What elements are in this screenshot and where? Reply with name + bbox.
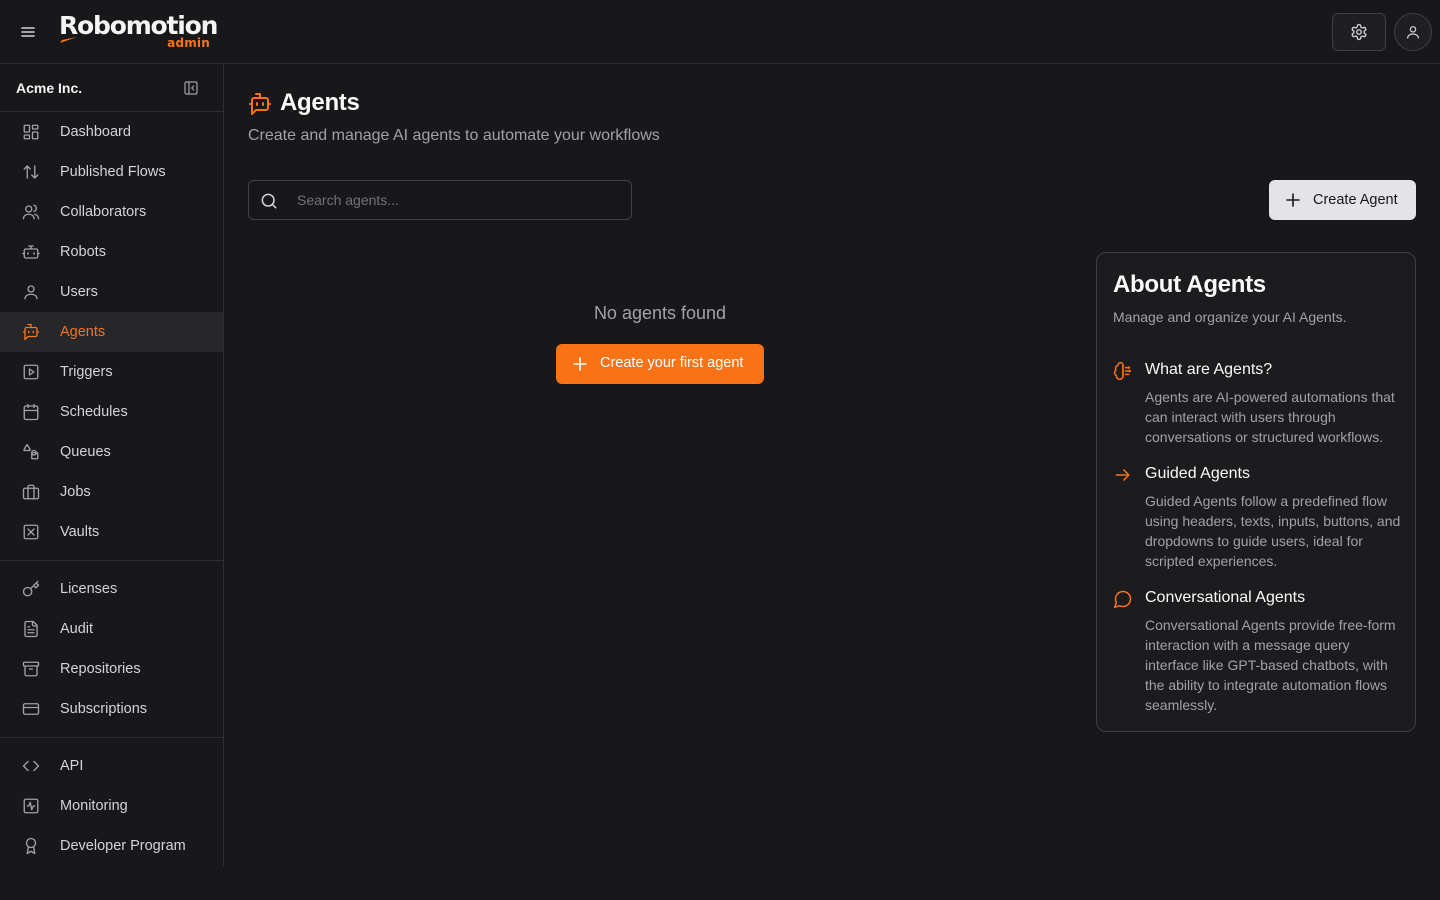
award-icon — [22, 837, 40, 855]
create-first-agent-button[interactable]: Create your first agent — [556, 344, 764, 384]
sidebar-item-label: Robots — [60, 244, 106, 260]
gear-icon — [1351, 23, 1367, 41]
about-title: About Agents — [1113, 271, 1266, 298]
file-text-icon — [22, 620, 40, 638]
message-circle-icon — [1113, 589, 1133, 609]
arrow-right-icon — [1113, 465, 1133, 485]
sidebar-item-label: Triggers — [60, 364, 113, 380]
search-icon — [259, 191, 279, 211]
sidebar-item-label: Audit — [60, 621, 94, 637]
sidebar-item-schedules[interactable]: Schedules — [0, 392, 223, 432]
play-square-icon — [22, 363, 40, 381]
sidebar-item-repositories[interactable]: Repositories — [0, 649, 223, 689]
robomotion-logo[interactable]: Robomotion admin — [59, 12, 218, 52]
bot-message-icon — [22, 323, 40, 341]
sidebar-item-subscriptions[interactable]: Subscriptions — [0, 689, 223, 729]
about-subtitle: Manage and organize your AI Agents. — [1113, 309, 1347, 325]
brain-icon — [1113, 361, 1133, 381]
feature-description: Conversational Agents provide free-form … — [1145, 617, 1396, 713]
feature-title: Guided Agents — [1145, 465, 1250, 482]
sidebar-item-label: Repositories — [60, 661, 141, 677]
vault-icon — [22, 523, 40, 541]
feature-title: What are Agents? — [1145, 361, 1273, 378]
sidebar-item-label: Schedules — [60, 404, 128, 420]
create-agent-label: Create Agent — [1313, 192, 1398, 208]
logo-subtitle: admin — [167, 36, 210, 50]
sidebar-item-robots[interactable]: Robots — [0, 232, 223, 272]
bot-message-icon — [248, 92, 272, 116]
org-switcher: Acme Inc. — [0, 64, 223, 112]
feature-description: Guided Agents follow a predefined flow u… — [1145, 493, 1401, 569]
page-subtitle: Create and manage AI agents to automate … — [248, 127, 660, 144]
sidebar-item-label: API — [60, 758, 84, 774]
page-title: Agents — [280, 89, 360, 116]
sidebar-item-agents[interactable]: Agents — [0, 312, 223, 352]
sidebar-item-label: Developer Program — [60, 838, 186, 854]
create-first-agent-label: Create your first agent — [600, 355, 744, 371]
sidebar-item-published-flows[interactable]: Published Flows — [0, 152, 223, 192]
code-icon — [22, 757, 40, 775]
activity-icon — [22, 797, 40, 815]
sidebar-item-label: Agents — [60, 324, 106, 340]
sidebar-nav: Dashboard Published Flows Collaborators Rob… — [0, 112, 223, 866]
sidebar: Acme Inc. Dashboard Published Flows Collab… — [0, 64, 224, 866]
sidebar-item-label: Jobs — [60, 484, 91, 500]
sidebar-item-users[interactable]: Users — [0, 272, 223, 312]
search-box — [248, 180, 632, 220]
sidebar-item-jobs[interactable]: Jobs — [0, 472, 223, 512]
top-bar: Robomotion admin — [0, 0, 1440, 64]
sidebar-item-label: Published Flows — [60, 164, 166, 180]
sidebar-item-collaborators[interactable]: Collaborators — [0, 192, 223, 232]
sidebar-item-vaults[interactable]: Vaults — [0, 512, 223, 552]
sidebar-divider — [0, 737, 223, 738]
sidebar-item-label: Queues — [60, 444, 111, 460]
sidebar-item-label: Vaults — [60, 524, 100, 540]
sidebar-item-monitoring[interactable]: Monitoring — [0, 786, 223, 826]
org-name: Acme Inc. — [16, 79, 83, 96]
user-menu-button[interactable] — [1394, 13, 1432, 51]
user-icon — [1407, 26, 1419, 39]
sidebar-item-queues[interactable]: Queues — [0, 432, 223, 472]
sidebar-divider — [0, 560, 223, 561]
about-agents-card: About Agents Manage and organize your AI… — [1096, 252, 1416, 732]
users-icon — [22, 203, 40, 221]
sidebar-item-label: Subscriptions — [60, 701, 148, 717]
plus-icon — [1286, 193, 1300, 207]
sidebar-item-label: Dashboard — [60, 124, 131, 140]
search-input[interactable] — [289, 181, 619, 219]
sidebar-item-audit[interactable]: Audit — [0, 609, 223, 649]
feature-title: Conversational Agents — [1145, 589, 1306, 606]
empty-state-text: No agents found — [593, 303, 727, 323]
key-icon — [22, 580, 40, 598]
plus-icon — [573, 357, 587, 371]
shapes-icon — [22, 443, 40, 461]
feature-description: Agents are AI-powered automations that c… — [1145, 389, 1395, 445]
briefcase-icon — [22, 483, 40, 501]
sidebar-item-label: Collaborators — [60, 204, 147, 220]
calendar-icon — [22, 403, 40, 421]
archive-icon — [22, 660, 40, 678]
sidebar-collapse-icon[interactable] — [183, 80, 199, 96]
menu-icon[interactable] — [16, 20, 40, 44]
user-icon — [22, 283, 40, 301]
sidebar-item-label: Monitoring — [60, 798, 128, 814]
settings-button[interactable] — [1332, 13, 1386, 51]
arrows-up-down-icon — [22, 163, 40, 181]
credit-card-icon — [22, 700, 40, 718]
sidebar-item-developer-program[interactable]: Developer Program — [0, 826, 223, 866]
create-agent-button[interactable]: Create Agent — [1269, 180, 1416, 220]
logo-swoosh-icon — [60, 37, 77, 43]
sidebar-item-triggers[interactable]: Triggers — [0, 352, 223, 392]
sidebar-item-dashboard[interactable]: Dashboard — [0, 112, 223, 152]
sidebar-item-api[interactable]: API — [0, 746, 223, 786]
sidebar-item-licenses[interactable]: Licenses — [0, 569, 223, 609]
sidebar-item-label: Users — [60, 284, 98, 300]
dashboard-icon — [22, 123, 40, 141]
robot-icon — [22, 243, 40, 261]
sidebar-item-label: Licenses — [60, 581, 118, 597]
